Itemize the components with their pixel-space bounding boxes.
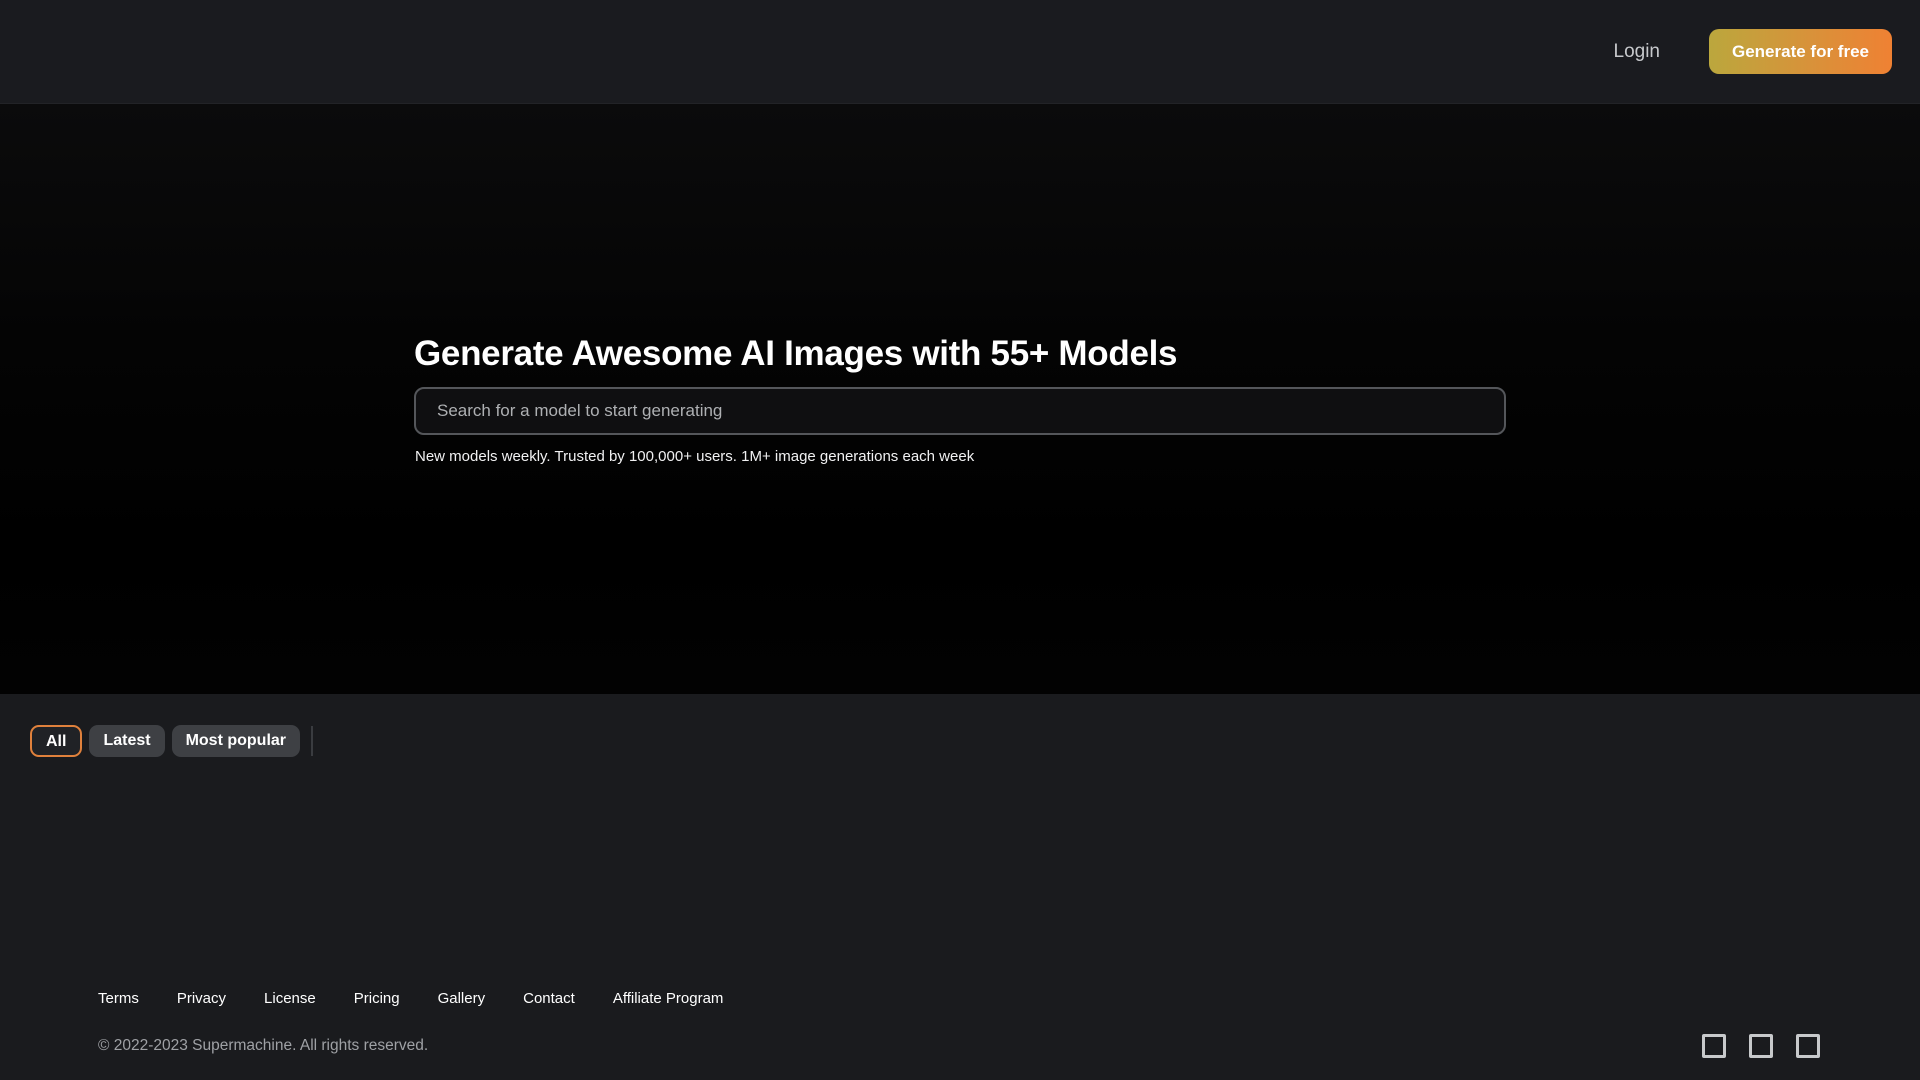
filter-all-button[interactable]: All	[30, 725, 82, 757]
footer: Terms Privacy License Pricing Gallery Co…	[0, 990, 1920, 1080]
filter-most-popular-button[interactable]: Most popular	[172, 725, 300, 757]
hero-content: Generate Awesome AI Images with 55+ Mode…	[414, 334, 1506, 465]
login-link[interactable]: Login	[1614, 41, 1661, 63]
footer-link-privacy[interactable]: Privacy	[177, 990, 226, 1007]
filter-divider	[311, 726, 313, 756]
copyright: © 2022-2023 Supermachine. All rights res…	[98, 1037, 428, 1055]
footer-link-pricing[interactable]: Pricing	[354, 990, 400, 1007]
footer-link-license[interactable]: License	[264, 990, 316, 1007]
filter-bar: All Latest Most popular	[0, 694, 1920, 757]
footer-links: Terms Privacy License Pricing Gallery Co…	[98, 990, 1820, 1007]
social-square-icon-3[interactable]	[1796, 1034, 1820, 1058]
footer-link-affiliate-program[interactable]: Affiliate Program	[613, 990, 724, 1007]
models-section: All Latest Most popular Terms Privacy Li…	[0, 694, 1920, 1080]
social-square-icon-2[interactable]	[1749, 1034, 1773, 1058]
footer-link-terms[interactable]: Terms	[98, 990, 139, 1007]
hero-subtext: New models weekly. Trusted by 100,000+ u…	[415, 448, 1506, 465]
footer-bottom-row: © 2022-2023 Supermachine. All rights res…	[98, 1034, 1820, 1058]
filter-latest-button[interactable]: Latest	[89, 725, 164, 757]
hero-section: Generate Awesome AI Images with 55+ Mode…	[0, 104, 1920, 694]
model-search-input[interactable]	[414, 387, 1506, 435]
social-icons	[1702, 1034, 1820, 1058]
footer-link-contact[interactable]: Contact	[523, 990, 575, 1007]
footer-link-gallery[interactable]: Gallery	[438, 990, 486, 1007]
top-nav: Login Generate for free	[0, 0, 1920, 104]
generate-for-free-button[interactable]: Generate for free	[1709, 29, 1892, 74]
page-title: Generate Awesome AI Images with 55+ Mode…	[414, 334, 1506, 374]
social-square-icon-1[interactable]	[1702, 1034, 1726, 1058]
